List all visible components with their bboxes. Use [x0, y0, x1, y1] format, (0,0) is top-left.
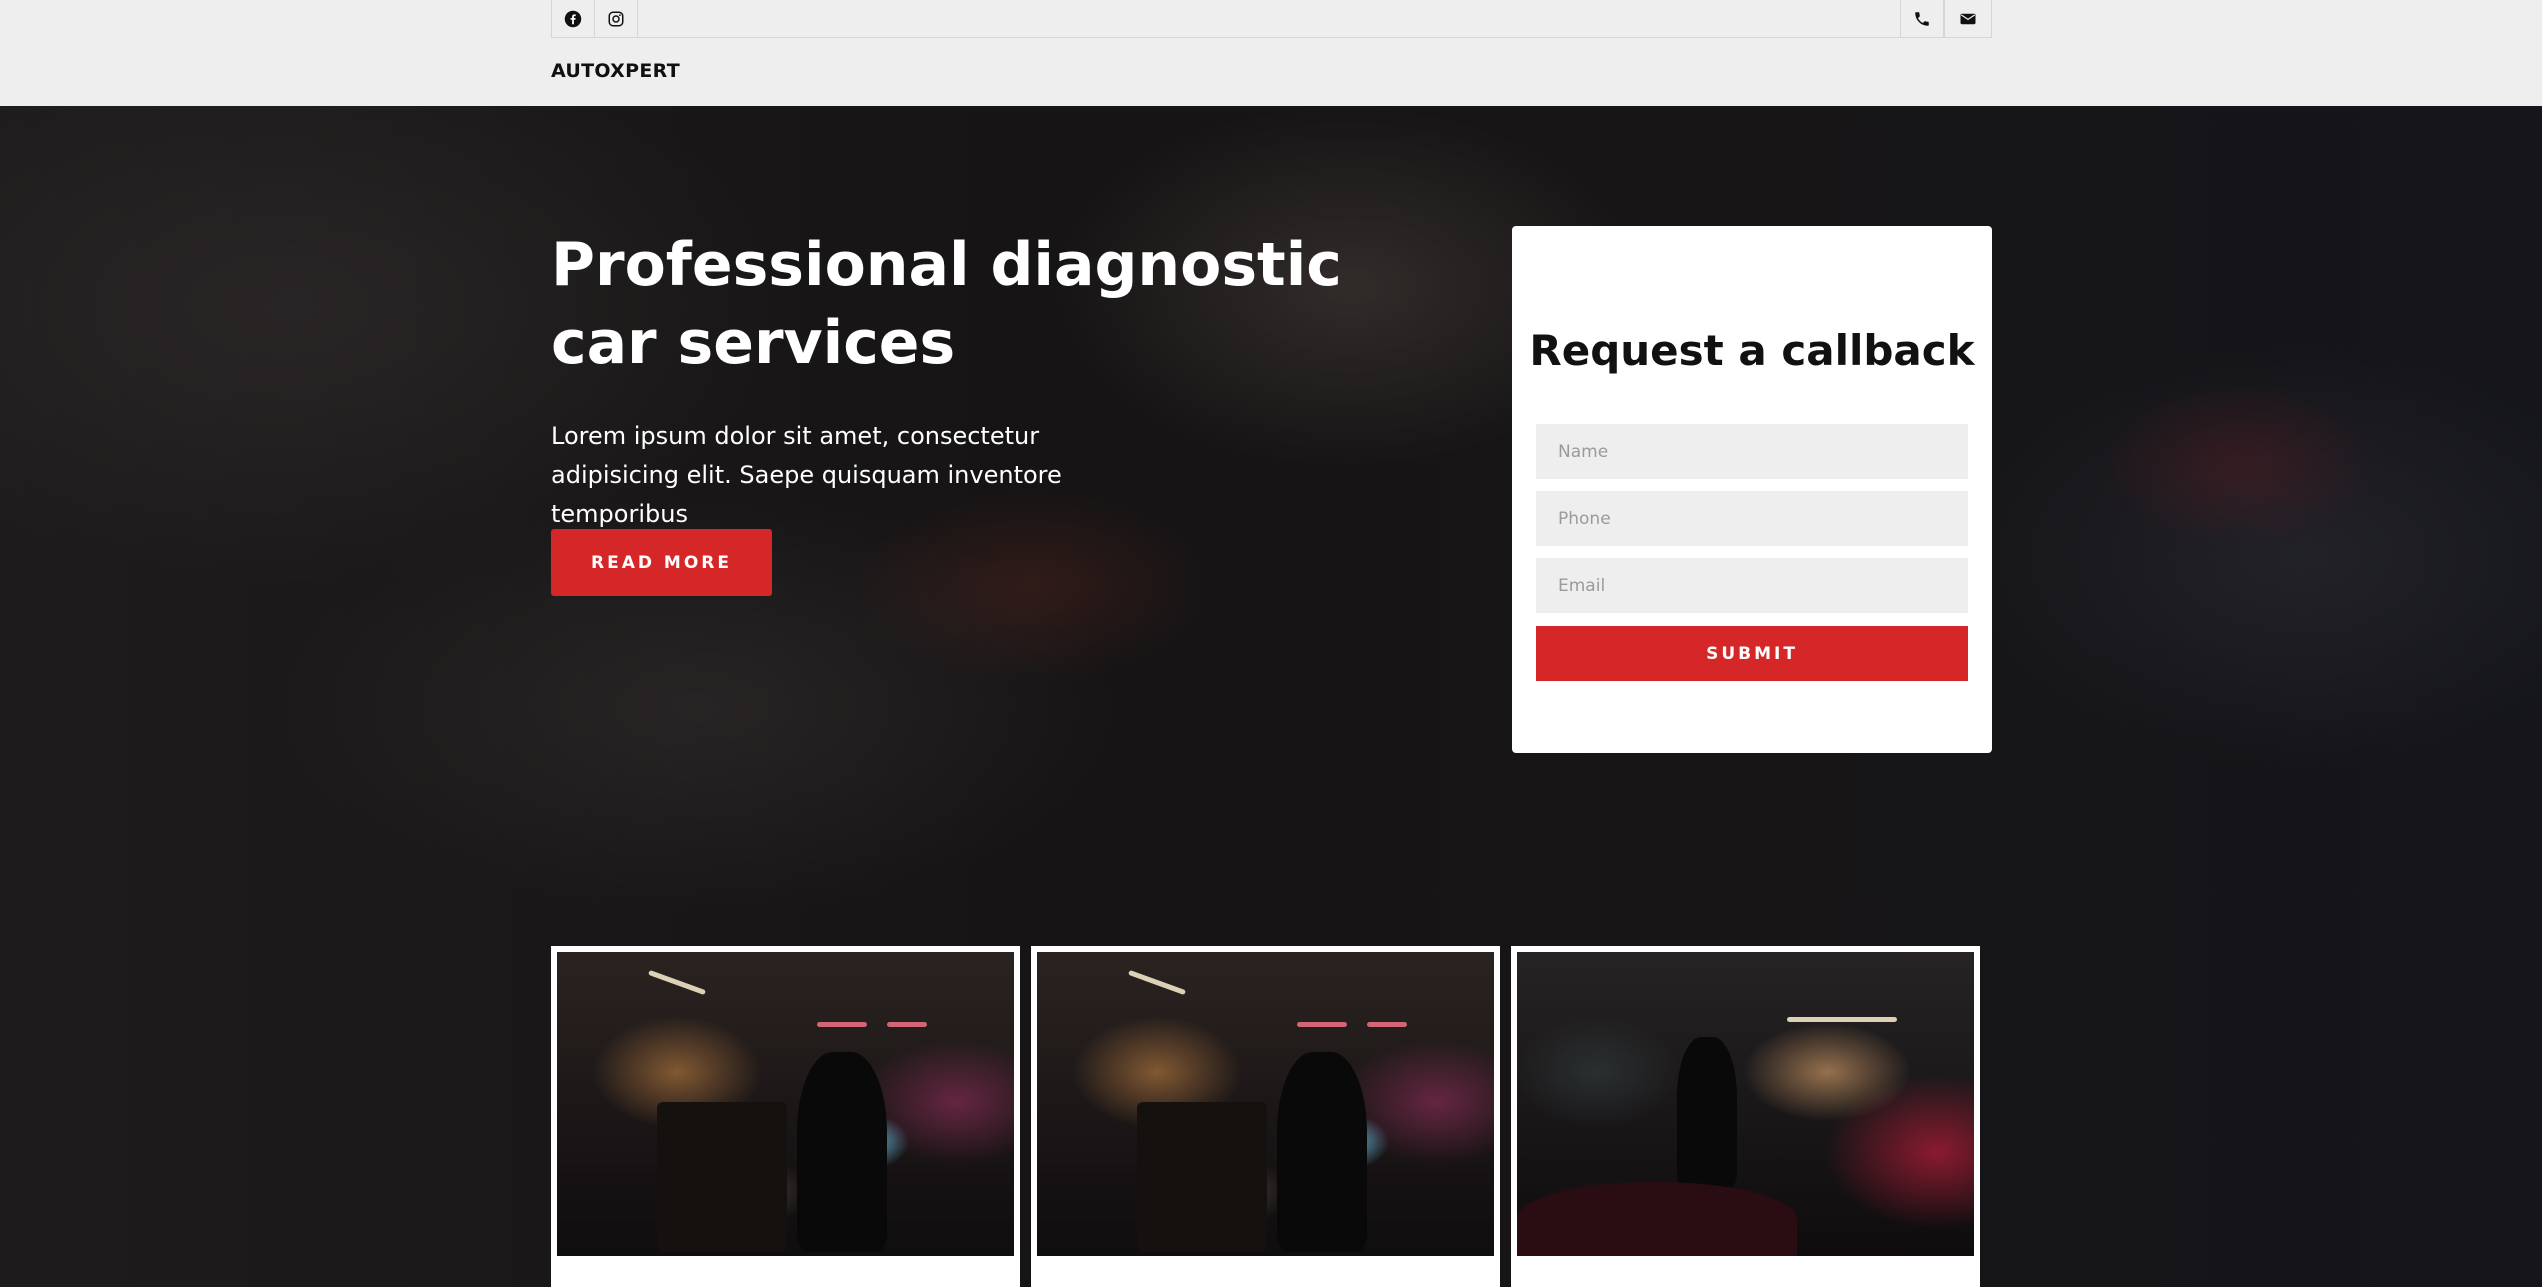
- top-bar: AUTOXPERT: [0, 0, 2542, 106]
- form-title: Request a callback: [1529, 326, 1975, 375]
- facebook-link[interactable]: [551, 0, 595, 37]
- mail-link[interactable]: [1944, 0, 1992, 37]
- callback-form: Request a callback SUBMIT: [1512, 226, 1992, 753]
- workshop-image: [1037, 952, 1494, 1256]
- service-card-1[interactable]: [551, 946, 1020, 1287]
- phone-icon: [1915, 11, 1929, 26]
- instagram-link[interactable]: [594, 0, 638, 37]
- hero-title: Professional diagnostic car services: [551, 230, 1342, 378]
- read-more-button[interactable]: READ MORE: [551, 529, 772, 596]
- social-contact-bar: [551, 0, 1992, 38]
- service-card-2[interactable]: [1031, 946, 1500, 1287]
- submit-button[interactable]: SUBMIT: [1536, 626, 1968, 681]
- email-input[interactable]: [1536, 558, 1968, 613]
- facebook-icon: [564, 10, 582, 27]
- phone-input[interactable]: [1536, 491, 1968, 546]
- instagram-icon: [608, 11, 624, 26]
- hero-description: Lorem ipsum dolor sit amet, consectetur …: [551, 422, 1062, 528]
- name-input[interactable]: [1536, 424, 1968, 479]
- phone-link[interactable]: [1900, 0, 1944, 37]
- workshop-image: [557, 952, 1014, 1256]
- hero-section: Professional diagnostic car services Lor…: [0, 106, 2542, 1287]
- service-card-3[interactable]: [1511, 946, 1980, 1287]
- brand-logo[interactable]: AUTOXPERT: [551, 60, 680, 82]
- mail-icon: [1960, 13, 1976, 24]
- workshop-image: [1517, 952, 1974, 1256]
